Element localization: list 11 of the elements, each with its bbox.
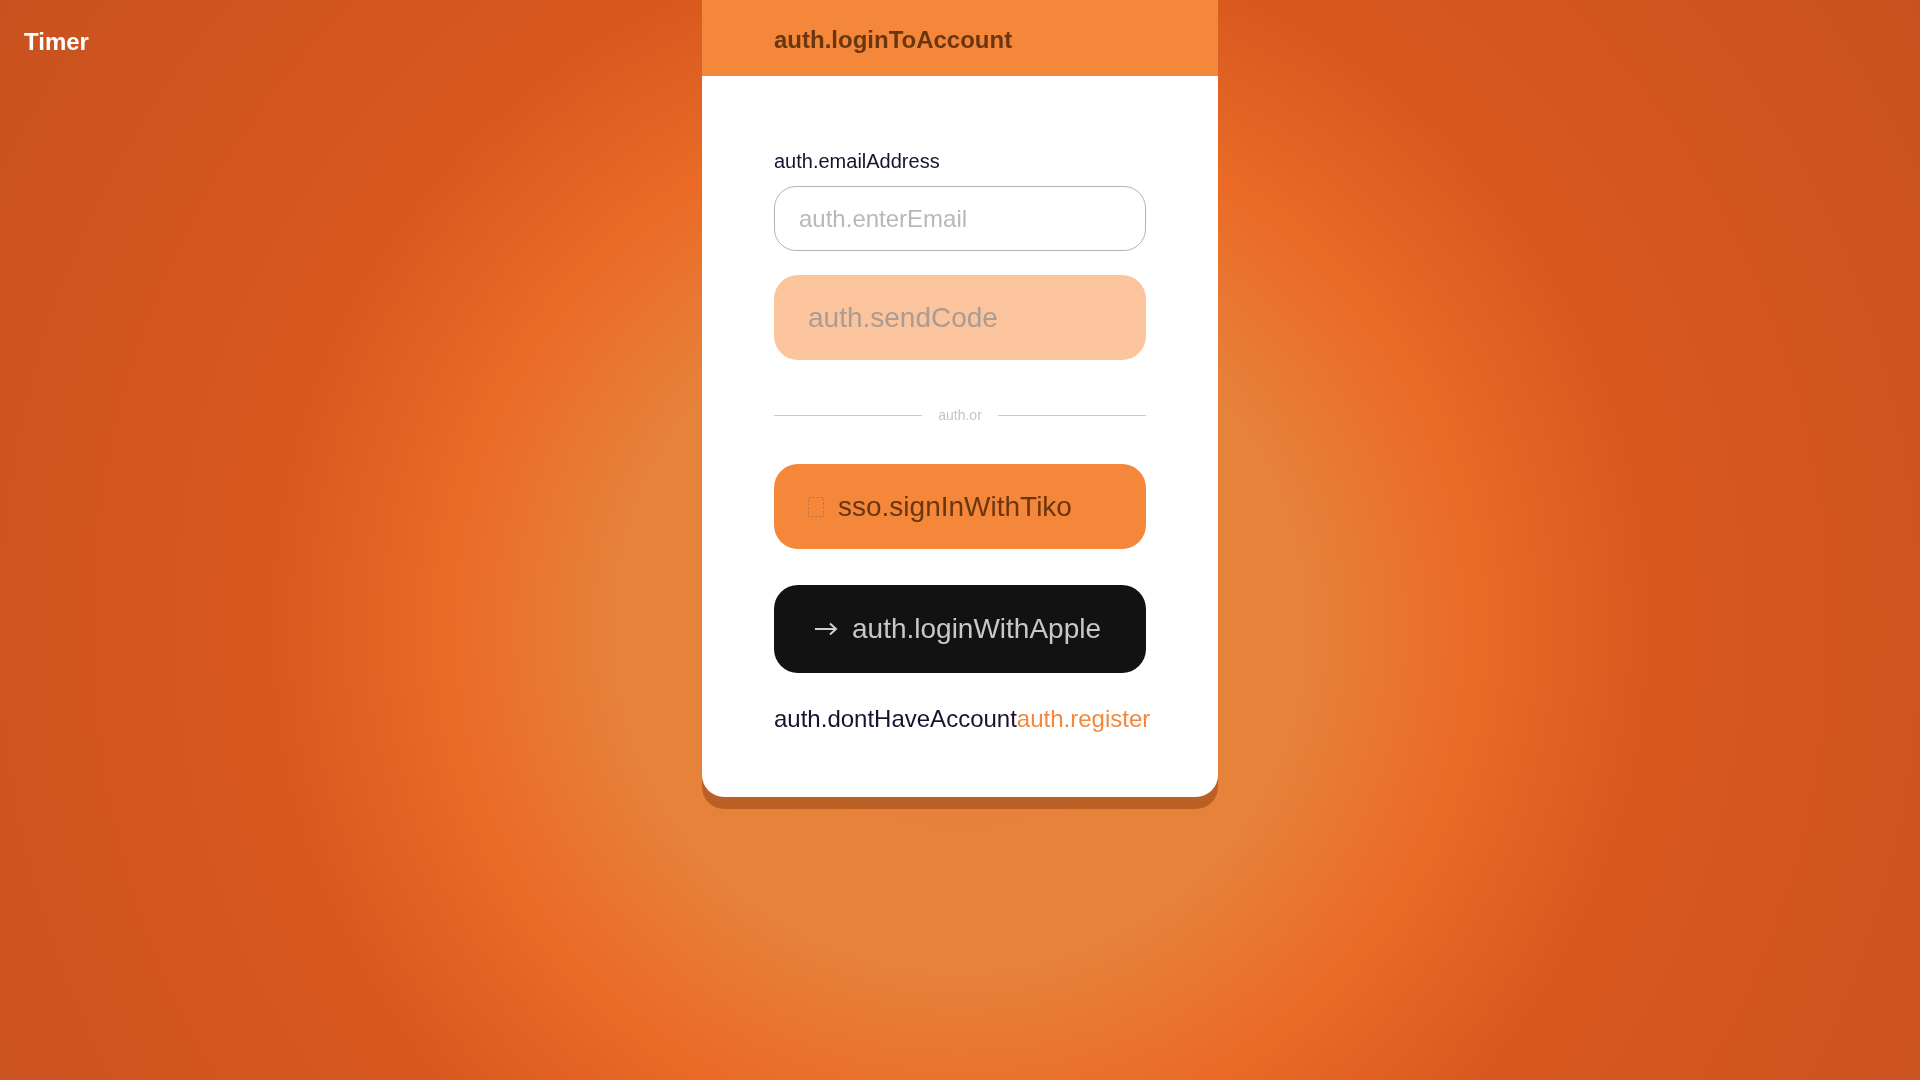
app-title: Timer	[23, 27, 90, 57]
card-title: auth.loginToAccount	[774, 26, 1013, 53]
email-label: auth.emailAddress	[774, 149, 940, 174]
divider-text: auth.or	[938, 406, 982, 425]
arrow-right-icon	[814, 622, 838, 636]
sso-sign-in-button[interactable]: sso.signInWithTiko	[774, 464, 1146, 549]
missing-glyph-icon	[808, 496, 824, 517]
email-field[interactable]: auth.enterEmail	[774, 186, 1146, 251]
no-account-text: auth.dontHaveAccount	[774, 705, 1017, 732]
apple-login-button[interactable]: auth.loginWithApple	[774, 585, 1146, 673]
register-link[interactable]: auth.register	[1016, 705, 1151, 732]
